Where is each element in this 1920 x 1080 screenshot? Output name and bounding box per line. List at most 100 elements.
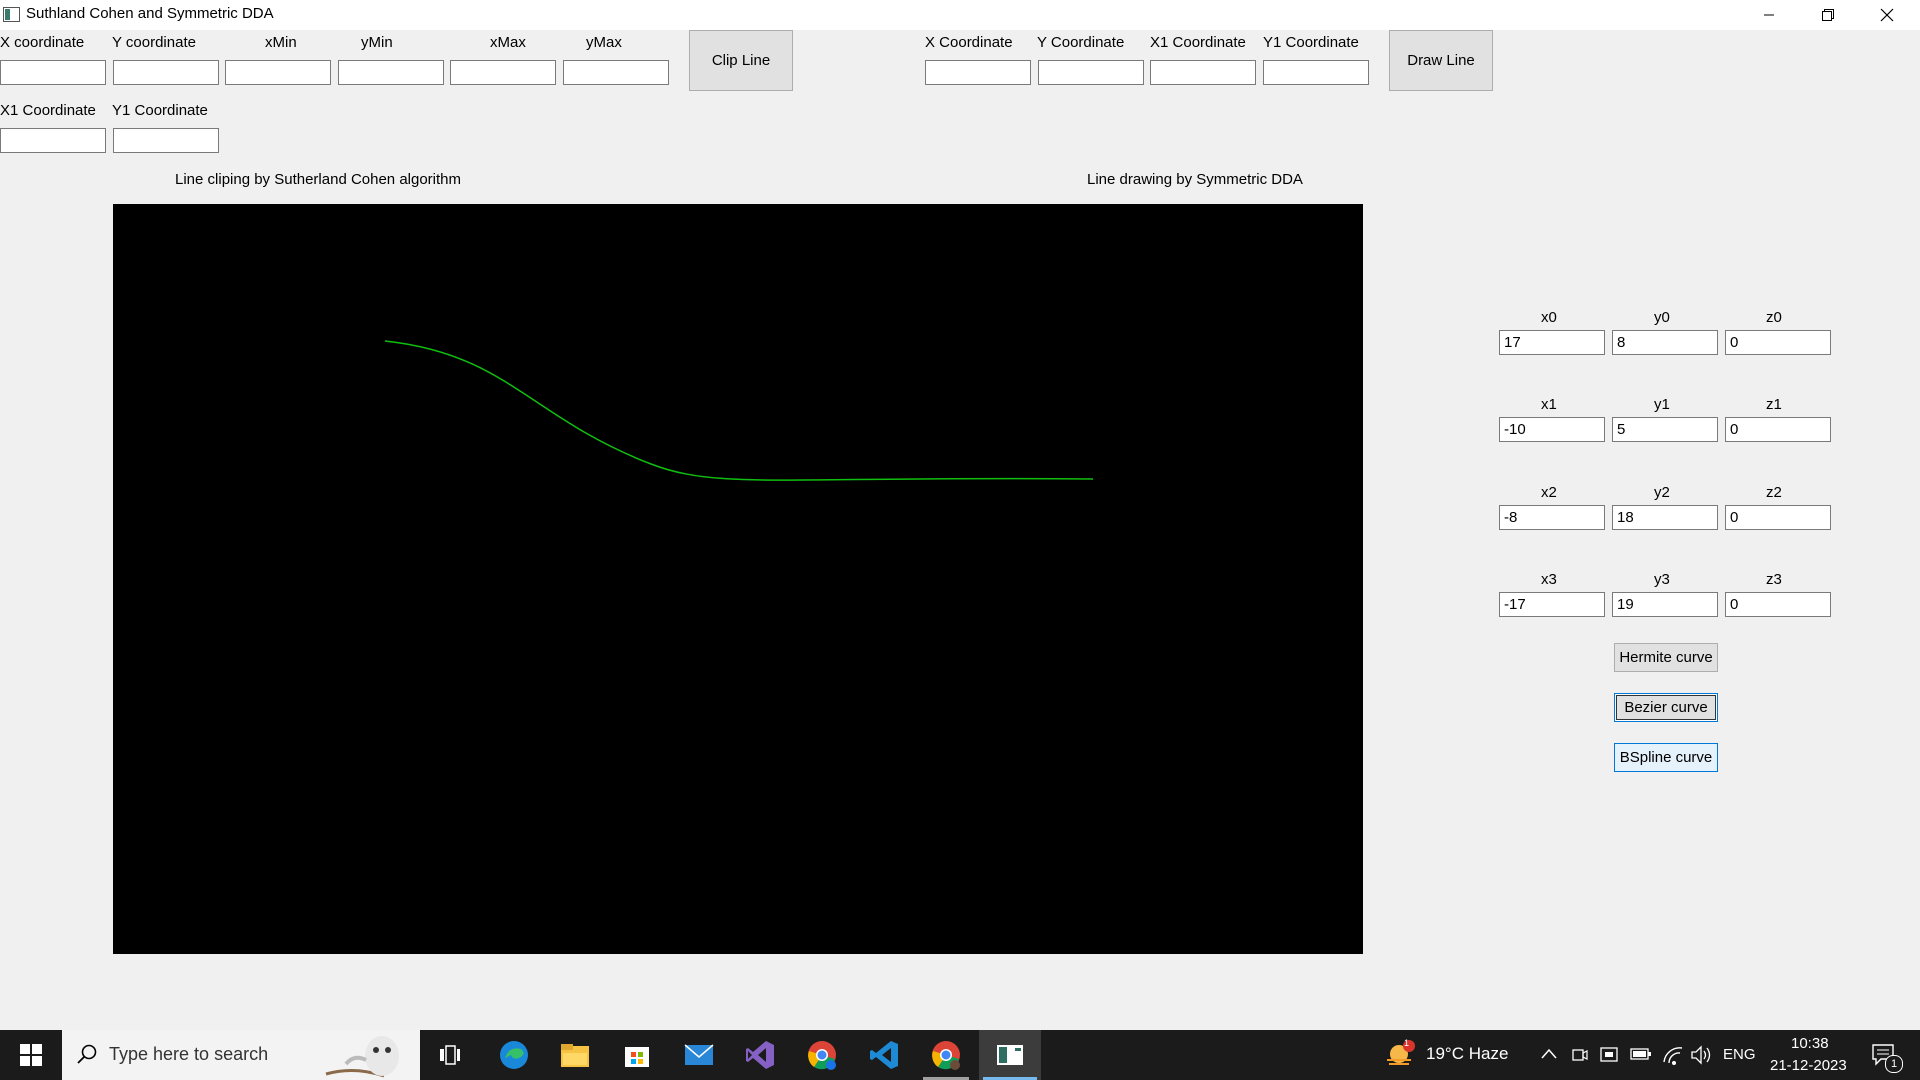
- clock-time: 10:38: [1791, 1035, 1829, 1052]
- hermite-curve-button[interactable]: Hermite curve: [1614, 643, 1718, 672]
- draw-line-button[interactable]: Draw Line: [1389, 30, 1493, 91]
- xmax-input[interactable]: [450, 60, 556, 85]
- label-ymin: yMin: [361, 34, 393, 51]
- label-x-coordinate: X coordinate: [0, 34, 85, 51]
- x2-input[interactable]: [1499, 505, 1605, 530]
- taskbar-mail[interactable]: [670, 1030, 728, 1080]
- y-coordinate-input[interactable]: [113, 60, 219, 85]
- restore-icon: [1822, 9, 1834, 21]
- drawing-canvas[interactable]: [113, 204, 1363, 954]
- store-icon: [625, 1047, 649, 1067]
- y2-input[interactable]: [1612, 505, 1718, 530]
- curve-plot: [384, 340, 1094, 481]
- label-z3: z3: [1766, 571, 1782, 588]
- taskbar: Type here to search 1 19°C Haze ENG 10:3…: [0, 1030, 1920, 1080]
- label-y2: y2: [1654, 484, 1670, 501]
- chrome-profile-icon: [932, 1041, 960, 1070]
- start-button[interactable]: [2, 1030, 60, 1080]
- ymax-input[interactable]: [563, 60, 669, 85]
- label-x3: x3: [1541, 571, 1557, 588]
- weather-haze-icon: [1387, 1040, 1415, 1065]
- clip-caption: Line cliping by Sutherland Cohen algorit…: [175, 171, 462, 188]
- y3-input[interactable]: [1612, 592, 1718, 617]
- task-view-button[interactable]: [421, 1030, 479, 1080]
- label-dda-y1-coordinate: Y1 Coordinate: [1263, 34, 1359, 51]
- taskbar-store[interactable]: [608, 1030, 666, 1080]
- language-indicator[interactable]: ENG: [1723, 1046, 1756, 1063]
- label-xmax: xMax: [490, 34, 526, 51]
- dda-y-coordinate-input[interactable]: [1038, 60, 1144, 85]
- label-y3: y3: [1654, 571, 1670, 588]
- dda-y1-coordinate-input[interactable]: [1263, 60, 1369, 85]
- label-x1-coordinate: X1 Coordinate: [0, 102, 96, 119]
- close-icon: [1880, 8, 1894, 22]
- bspline-curve-button[interactable]: BSpline curve: [1614, 743, 1718, 772]
- edge-icon: [500, 1041, 528, 1069]
- meet-now-icon[interactable]: [1572, 1046, 1588, 1064]
- y1-coordinate-input[interactable]: [113, 128, 219, 153]
- label-y1-coordinate: Y1 Coordinate: [112, 102, 208, 119]
- onedrive-sync-icon[interactable]: [1600, 1045, 1620, 1065]
- x1-coordinate-input[interactable]: [0, 128, 106, 153]
- volume-icon[interactable]: [1690, 1045, 1712, 1065]
- x1-input[interactable]: [1499, 417, 1605, 442]
- drawn-curve: [384, 340, 1094, 481]
- minimize-button[interactable]: [1740, 0, 1798, 30]
- battery-icon[interactable]: [1630, 1047, 1652, 1061]
- window-title: Suthland Cohen and Symmetric DDA: [26, 5, 274, 22]
- bezier-curve-button[interactable]: Bezier curve: [1614, 693, 1718, 722]
- y0-input[interactable]: [1612, 330, 1718, 355]
- minimize-icon: [1764, 14, 1774, 16]
- clock[interactable]: 10:38 21-12-2023: [1770, 1030, 1852, 1080]
- x0-input[interactable]: [1499, 330, 1605, 355]
- taskbar-vscode[interactable]: [855, 1030, 913, 1080]
- close-button[interactable]: [1858, 0, 1916, 30]
- clip-line-button[interactable]: Clip Line: [689, 30, 793, 91]
- taskbar-chrome-1[interactable]: [793, 1030, 851, 1080]
- search-icon: [77, 1044, 97, 1064]
- mail-icon: [684, 1044, 714, 1065]
- label-y0: y0: [1654, 309, 1670, 326]
- dda-caption: Line drawing by Symmetric DDA: [1087, 171, 1303, 188]
- label-dda-y-coordinate: Y Coordinate: [1037, 34, 1125, 51]
- clock-date: 21-12-2023: [1770, 1057, 1847, 1074]
- search-placeholder: Type here to search: [109, 1044, 269, 1064]
- label-y-coordinate: Y coordinate: [112, 34, 196, 51]
- dda-x-coordinate-input[interactable]: [925, 60, 1031, 85]
- y1-input[interactable]: [1612, 417, 1718, 442]
- wifi-icon[interactable]: [1662, 1044, 1684, 1066]
- x-coordinate-input[interactable]: [0, 60, 106, 85]
- vscode-icon: [870, 1041, 898, 1069]
- taskbar-edge[interactable]: [485, 1030, 543, 1080]
- notification-center-button[interactable]: 1: [1862, 1030, 1920, 1080]
- search-box[interactable]: Type here to search: [62, 1030, 420, 1080]
- task-view-icon: [440, 1045, 460, 1065]
- weather-widget[interactable]: 1 19°C Haze: [1384, 1030, 1514, 1080]
- x3-input[interactable]: [1499, 592, 1605, 617]
- weather-badge: 1: [1404, 1038, 1410, 1048]
- taskbar-active-app[interactable]: [979, 1030, 1041, 1080]
- label-z0: z0: [1766, 309, 1782, 326]
- title-bar: Suthland Cohen and Symmetric DDA: [0, 0, 1920, 30]
- xmin-input[interactable]: [225, 60, 331, 85]
- label-x1: x1: [1541, 396, 1557, 413]
- owl-illustration-icon: [325, 1036, 399, 1078]
- z1-input[interactable]: [1725, 417, 1831, 442]
- dda-x1-coordinate-input[interactable]: [1150, 60, 1256, 85]
- chevron-up-icon[interactable]: [1541, 1047, 1557, 1061]
- restore-button[interactable]: [1799, 0, 1857, 30]
- label-xmin: xMin: [265, 34, 297, 51]
- ymin-input[interactable]: [338, 60, 444, 85]
- windows-icon: [20, 1044, 42, 1066]
- weather-text: 19°C Haze: [1426, 1044, 1509, 1063]
- label-dda-x-coordinate: X Coordinate: [925, 34, 1013, 51]
- taskbar-file-explorer[interactable]: [546, 1030, 604, 1080]
- taskbar-chrome-2[interactable]: [917, 1030, 975, 1080]
- taskbar-visual-studio[interactable]: [731, 1030, 789, 1080]
- visual-studio-icon: [746, 1041, 774, 1069]
- z3-input[interactable]: [1725, 592, 1831, 617]
- z2-input[interactable]: [1725, 505, 1831, 530]
- folder-icon: [561, 1044, 589, 1067]
- z0-input[interactable]: [1725, 330, 1831, 355]
- label-x2: x2: [1541, 484, 1557, 501]
